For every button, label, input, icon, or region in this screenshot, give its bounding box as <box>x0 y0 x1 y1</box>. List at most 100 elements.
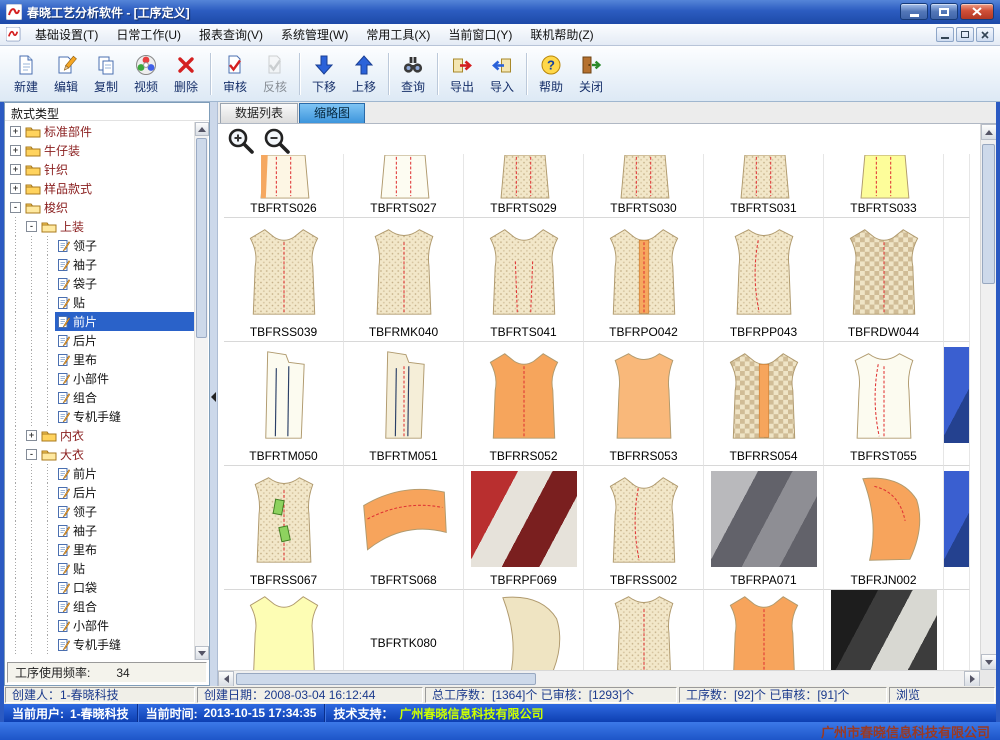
tree-item-前片[interactable]: 前片 <box>6 312 194 331</box>
thumbnail-cell[interactable] <box>944 218 970 342</box>
tree-expander-icon[interactable]: + <box>10 126 21 137</box>
thumbnail-TBFRTK080[interactable]: TBFRTK080 <box>344 590 464 670</box>
menu-item-report-query[interactable]: 报表查询(V) <box>190 24 272 45</box>
tree-item-标准部件[interactable]: +标准部件 <box>6 122 194 141</box>
tree-expander-icon[interactable]: + <box>10 164 21 175</box>
tree-item-贴[interactable]: 贴 <box>6 559 194 578</box>
close-button[interactable] <box>960 3 994 20</box>
tree-item-贴[interactable]: 贴 <box>6 293 194 312</box>
thumbnail-TBFRSS039[interactable]: TBFRSS039 <box>224 218 344 342</box>
thumbnail-cell[interactable] <box>224 590 344 670</box>
toolbar-button-close-window[interactable]: 关闭 <box>571 49 611 99</box>
tree-expander-icon[interactable]: + <box>10 145 21 156</box>
tree-item-里布[interactable]: 里布 <box>6 540 194 559</box>
maximize-button[interactable] <box>930 3 958 20</box>
thumbnail-TBFRTS027[interactable]: TBFRTS027 <box>344 154 464 218</box>
thumbnail-cell[interactable] <box>944 466 970 590</box>
thumbnail-TBFRPP043[interactable]: TBFRPP043 <box>704 218 824 342</box>
toolbar-button-search[interactable]: 查询 <box>393 49 433 99</box>
thumbnail-cell[interactable] <box>944 342 970 466</box>
menu-item-basic-settings[interactable]: 基础设置(T) <box>26 24 107 45</box>
horizontal-scrollbar[interactable] <box>218 670 980 686</box>
zoom-in-icon[interactable] <box>226 126 256 156</box>
tree-expander-icon[interactable]: - <box>26 449 37 460</box>
zoom-out-icon[interactable] <box>262 126 292 156</box>
tree-item-样品款式[interactable]: +样品款式 <box>6 179 194 198</box>
toolbar-button-new[interactable]: 新建 <box>6 49 46 99</box>
sidebar-splitter[interactable] <box>210 102 218 686</box>
thumbnail-TBFRTS068[interactable]: TBFRTS068 <box>344 466 464 590</box>
thumbnail-TBFRTS041[interactable]: TBFRTS041 <box>464 218 584 342</box>
toolbar-button-import[interactable]: 导入 <box>482 49 522 99</box>
thumbnail-TBFRTM050[interactable]: TBFRTM050 <box>224 342 344 466</box>
thumbnail-TBFRRS054[interactable]: TBFRRS054 <box>704 342 824 466</box>
tree-item-后片[interactable]: 后片 <box>6 331 194 350</box>
thumbnail-TBFRRS052[interactable]: TBFRRS052 <box>464 342 584 466</box>
sidebar-scrollbar[interactable] <box>194 122 208 660</box>
tree-item-领子[interactable]: 领子 <box>6 502 194 521</box>
mdi-restore-button[interactable] <box>956 27 974 42</box>
thumbnail-TBFRTS029[interactable]: TBFRTS029 <box>464 154 584 218</box>
tree-item-针织[interactable]: +针织 <box>6 160 194 179</box>
tree-item-专机手缝[interactable]: 专机手缝 <box>6 635 194 654</box>
thumbnail-cell[interactable] <box>944 154 970 218</box>
thumbnail-TBFRSS002[interactable]: TBFRSS002 <box>584 466 704 590</box>
scroll-up-button[interactable] <box>195 122 209 136</box>
tree-item-小部件[interactable]: 小部件 <box>6 369 194 388</box>
menu-item-current-window[interactable]: 当前窗口(Y) <box>439 24 521 45</box>
thumbnail-TBFRPF069[interactable]: TBFRPF069 <box>464 466 584 590</box>
mdi-minimize-button[interactable] <box>936 27 954 42</box>
menu-item-system-management[interactable]: 系统管理(W) <box>272 24 357 45</box>
tree-item-大衣[interactable]: -大衣 <box>6 445 194 464</box>
thumbnail-TBFRTS030[interactable]: TBFRTS030 <box>584 154 704 218</box>
tree-item-领子[interactable]: 领子 <box>6 236 194 255</box>
thumbnail-TBFRRS053[interactable]: TBFRRS053 <box>584 342 704 466</box>
toolbar-button-audit[interactable]: 审核 <box>215 49 255 99</box>
menu-item-common-tools[interactable]: 常用工具(X) <box>357 24 439 45</box>
tree-item-牛仔装[interactable]: +牛仔装 <box>6 141 194 160</box>
toolbar-button-move-up[interactable]: 上移 <box>344 49 384 99</box>
thumbnail-TBFRTS026[interactable]: TBFRTS026 <box>224 154 344 218</box>
tree-item-组合[interactable]: 组合 <box>6 388 194 407</box>
tree-item-内衣[interactable]: +内衣 <box>6 426 194 445</box>
toolbar-button-delete[interactable]: 删除 <box>166 49 206 99</box>
tree-item-袋子[interactable]: 袋子 <box>6 274 194 293</box>
tree-expander-icon[interactable]: - <box>26 221 37 232</box>
toolbar-button-copy[interactable]: 复制 <box>86 49 126 99</box>
thumbnail-TBFRTS031[interactable]: TBFRTS031 <box>704 154 824 218</box>
thumbnail-TBFRDW044[interactable]: TBFRDW044 <box>824 218 944 342</box>
menu-item-daily-work[interactable]: 日常工作(U) <box>107 24 190 45</box>
thumbnail-cell[interactable] <box>824 590 944 670</box>
tree-item-后片[interactable]: 后片 <box>6 483 194 502</box>
tab-data-list[interactable]: 数据列表 <box>220 103 298 123</box>
thumbnail-TBFRTM051[interactable]: TBFRTM051 <box>344 342 464 466</box>
menu-item-online-help[interactable]: 联机帮助(Z) <box>521 24 602 45</box>
scroll-down-button[interactable] <box>195 646 209 660</box>
tab-thumbnails[interactable]: 缩略图 <box>299 103 365 123</box>
scroll-down-button[interactable] <box>981 654 997 670</box>
scroll-right-button[interactable] <box>964 671 980 687</box>
scroll-up-button[interactable] <box>981 124 997 140</box>
tree-item-梭织[interactable]: -梭织 <box>6 198 194 217</box>
thumbnail-TBFRPO042[interactable]: TBFRPO042 <box>584 218 704 342</box>
thumbnail-TBFRMK040[interactable]: TBFRMK040 <box>344 218 464 342</box>
scrollbar-thumb[interactable] <box>236 673 536 685</box>
tree-item-上装[interactable]: -上装 <box>6 217 194 236</box>
vertical-scrollbar[interactable] <box>980 124 996 670</box>
thumbnail-TBFRSS067[interactable]: TBFRSS067 <box>224 466 344 590</box>
thumbnail-TBFRTS033[interactable]: TBFRTS033 <box>824 154 944 218</box>
mdi-close-button[interactable] <box>976 27 994 42</box>
tree-expander-icon[interactable]: - <box>10 202 21 213</box>
tree-item-专机手缝[interactable]: 专机手缝 <box>6 407 194 426</box>
tree-item-口袋[interactable]: 口袋 <box>6 578 194 597</box>
minimize-button[interactable] <box>900 3 928 20</box>
toolbar-button-edit[interactable]: 编辑 <box>46 49 86 99</box>
thumbnail-TBFRPA071[interactable]: TBFRPA071 <box>704 466 824 590</box>
toolbar-button-export[interactable]: 导出 <box>442 49 482 99</box>
toolbar-button-video[interactable]: 视频 <box>126 49 166 99</box>
thumbnail-TBFRST055[interactable]: TBFRST055 <box>824 342 944 466</box>
tree-item-里布[interactable]: 里布 <box>6 350 194 369</box>
scrollbar-thumb[interactable] <box>982 144 995 284</box>
tree-item-袖子[interactable]: 袖子 <box>6 521 194 540</box>
tree-expander-icon[interactable]: + <box>26 430 37 441</box>
